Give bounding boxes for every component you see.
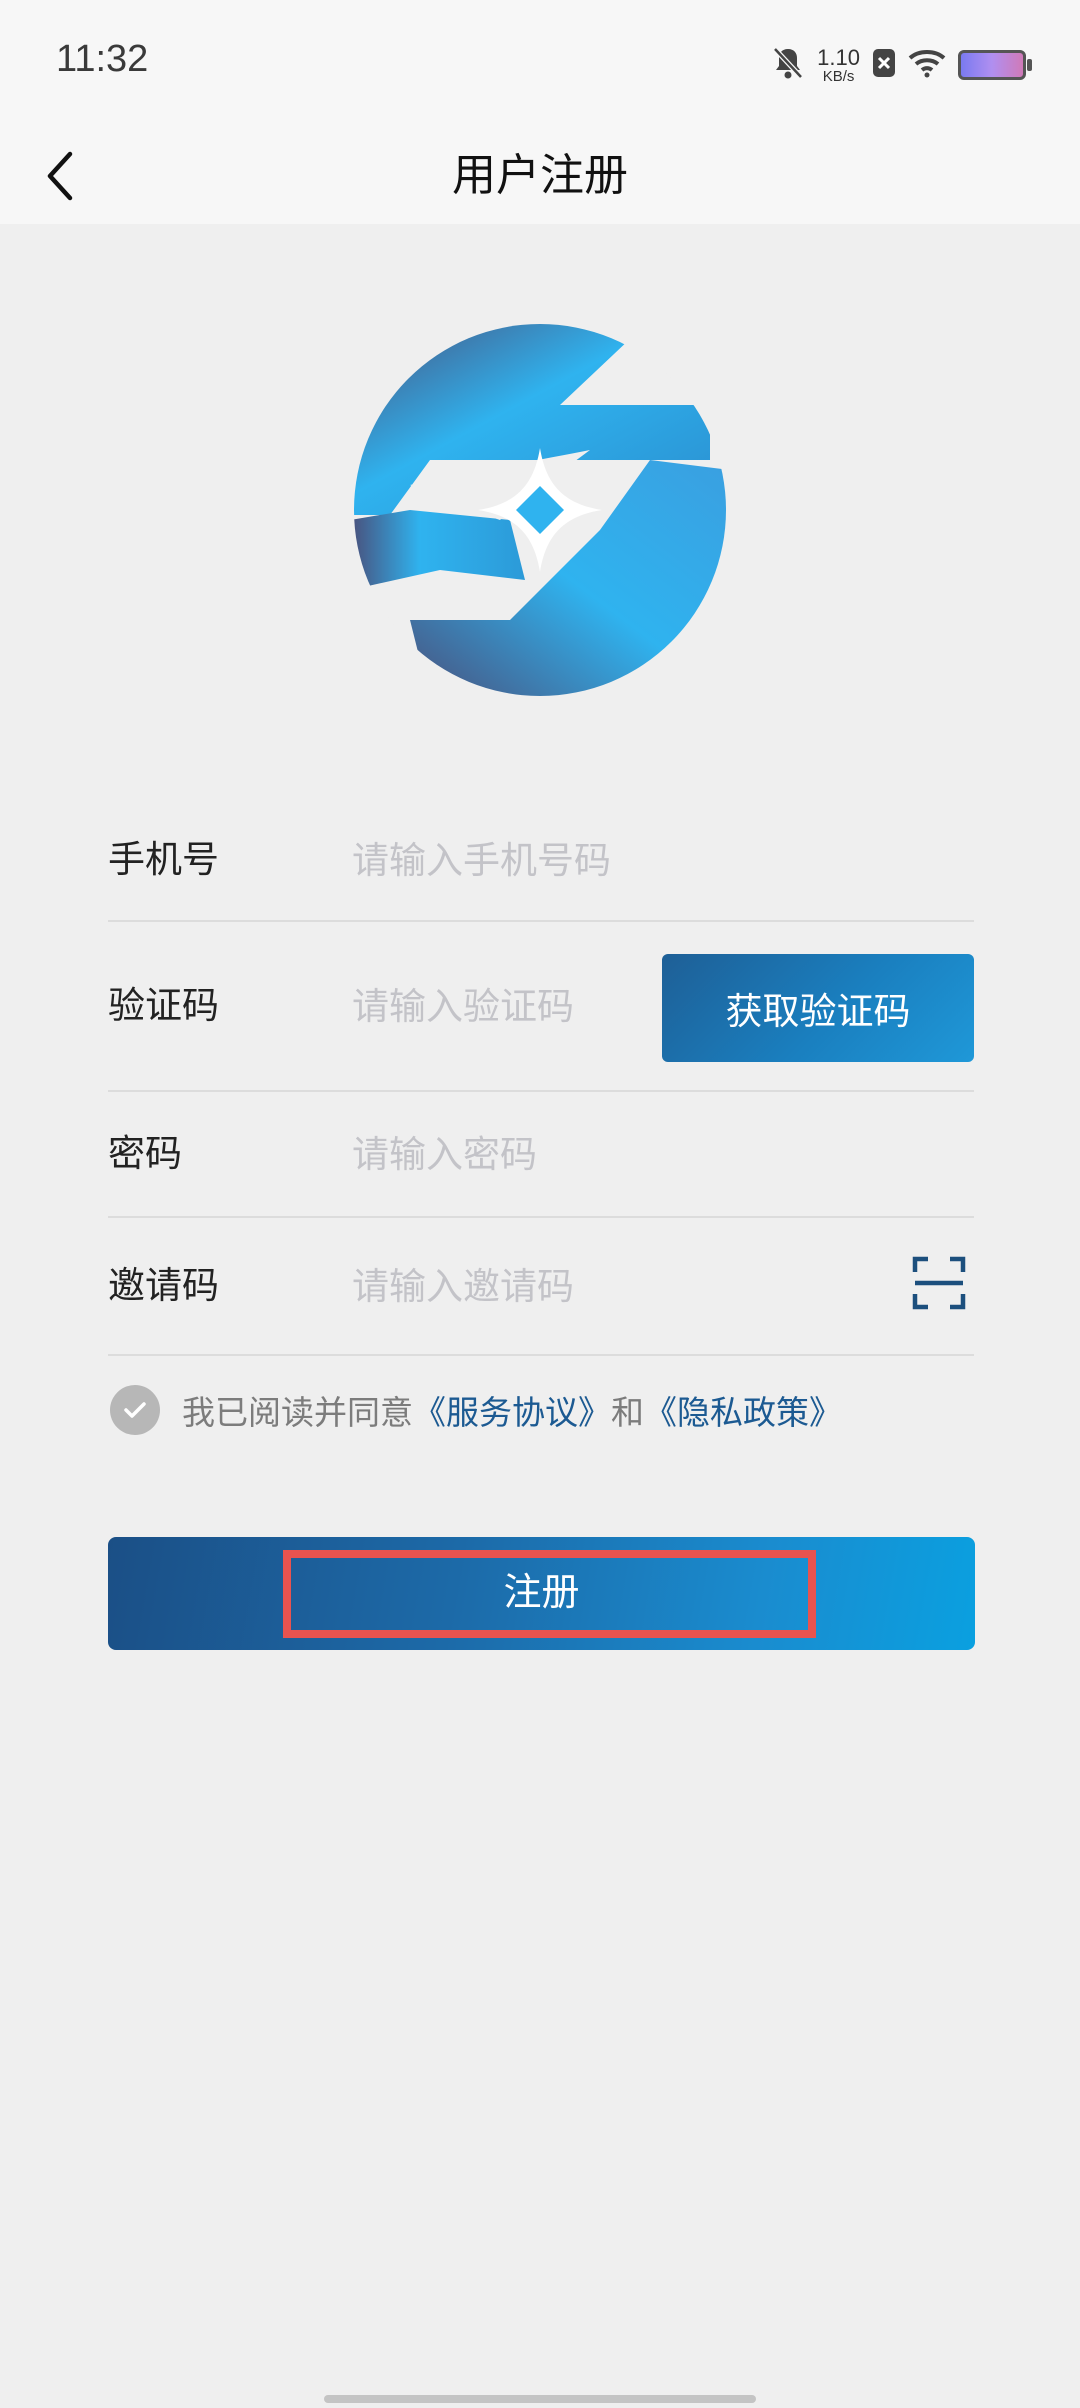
- home-indicator: [324, 2395, 756, 2403]
- net-speed-unit: KB/s: [822, 67, 855, 85]
- code-label: 验证码: [108, 984, 219, 1027]
- register-form: 手机号 验证码 获取验证码 密码 邀请码: [108, 800, 974, 1356]
- password-label: 密码: [108, 1132, 182, 1175]
- agreement-prefix: 我已阅读并同意: [182, 1393, 413, 1432]
- register-button-label: 注册: [503, 1572, 580, 1614]
- phone-input[interactable]: [352, 832, 912, 888]
- net-speed-value: 1.10: [817, 44, 860, 70]
- close-box-icon: [872, 48, 896, 82]
- agreement-and: 和: [611, 1393, 644, 1432]
- bell-muted-icon: [771, 45, 805, 85]
- net-speed: 1.10 KB/s: [817, 44, 860, 85]
- page-title: 用户注册: [452, 150, 628, 201]
- phone-label: 手机号: [108, 838, 219, 881]
- app-logo: [350, 320, 730, 700]
- password-input[interactable]: [352, 1126, 912, 1182]
- register-button[interactable]: 注册: [108, 1537, 975, 1650]
- scan-icon: [912, 1256, 966, 1310]
- phone-row: 手机号: [108, 800, 974, 922]
- get-code-button[interactable]: 获取验证码: [662, 954, 974, 1062]
- wifi-icon: [908, 48, 946, 82]
- invite-label: 邀请码: [108, 1264, 219, 1307]
- agreement-checkbox[interactable]: [110, 1385, 160, 1435]
- privacy-policy-link[interactable]: 《隐私政策》: [644, 1393, 842, 1432]
- agreement-row: 我已阅读并同意《服务协议》和《隐私政策》: [110, 1380, 842, 1440]
- battery-icon: [958, 50, 1032, 80]
- agreement-text: 我已阅读并同意《服务协议》和《隐私政策》: [182, 1386, 842, 1434]
- status-time: 11:32: [56, 38, 149, 80]
- checkmark-icon: [124, 1402, 146, 1418]
- invite-input[interactable]: [352, 1258, 852, 1314]
- status-icons: 1.10 KB/s: [771, 42, 1032, 88]
- service-agreement-link[interactable]: 《服务协议》: [413, 1393, 611, 1432]
- invite-row: 邀请码: [108, 1218, 974, 1356]
- code-input[interactable]: [352, 978, 652, 1034]
- scan-button[interactable]: [912, 1256, 966, 1310]
- nav-bar: 用户注册: [0, 126, 1080, 224]
- password-row: 密码: [108, 1092, 974, 1218]
- code-row: 验证码 获取验证码: [108, 922, 974, 1092]
- status-bar: 11:32 1.10 KB/s: [0, 0, 1080, 126]
